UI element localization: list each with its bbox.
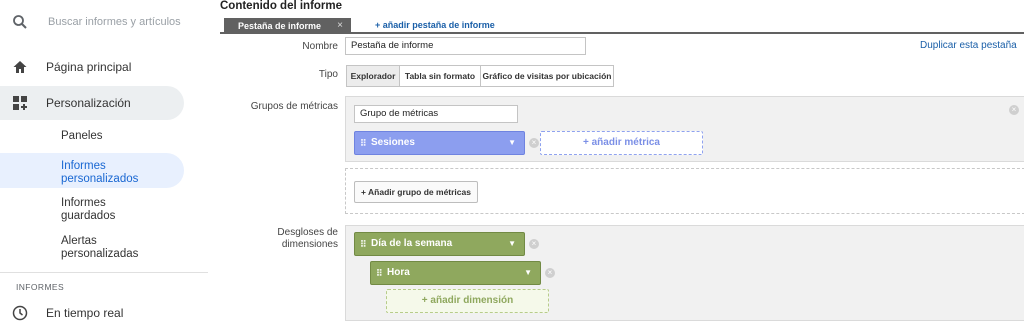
sidebar-subitem-dashboards[interactable]: Paneles	[0, 130, 184, 146]
close-icon[interactable]: ×	[337, 18, 343, 34]
sidebar-item-home[interactable]: Página principal	[0, 50, 208, 84]
dimension-pill-label: Hora	[387, 267, 410, 278]
type-explorer-button[interactable]: Explorador	[346, 65, 400, 87]
search-placeholder: Buscar informes y artículos	[48, 16, 181, 28]
sidebar-search[interactable]: Buscar informes y artículos	[0, 0, 208, 44]
dashboard-customize-icon	[12, 95, 28, 116]
sidebar-item-customization[interactable]: Personalización	[0, 86, 184, 120]
dimension-pill-hour[interactable]: ⠿ Hora ▼	[370, 261, 541, 285]
sidebar-subitem-saved-reports[interactable]: Informes guardados	[0, 197, 160, 225]
chevron-down-icon[interactable]: ▼	[508, 132, 516, 154]
sidebar-subitem-custom-reports[interactable]: Informes personalizados	[0, 153, 184, 188]
report-tab[interactable]: Pestaña de informe ×	[224, 18, 351, 34]
dimension-breakdowns-label-line1: Desgloses de	[277, 227, 338, 238]
metric-group-name-field[interactable]: Grupo de métricas	[354, 105, 518, 123]
metric-pill-sessions[interactable]: ⠿ Sesiones ▼	[354, 131, 525, 155]
sidebar-subitem-label: Alertas personalizadas	[61, 235, 139, 260]
dimension-breakdowns-label: Desgloses de dimensiones	[218, 227, 338, 251]
sidebar-subitem-label: Informes guardados	[61, 197, 116, 222]
sidebar-subitem-label: Informes personalizados	[61, 160, 139, 185]
drag-handle-icon[interactable]: ⠿	[376, 262, 383, 284]
type-label: Tipo	[318, 69, 338, 80]
metric-group-panel: Grupo de métricas ⠿ Sesiones ▼ × + añadi…	[345, 96, 1024, 162]
metric-pill-label: Sesiones	[371, 137, 415, 148]
dimension-pill-day-of-week[interactable]: ⠿ Día de la semana ▼	[354, 232, 525, 256]
remove-metric-group-icon[interactable]: ×	[1009, 105, 1019, 115]
add-dimension-slot[interactable]: + añadir dimensión	[386, 289, 549, 313]
sidebar-subitem-custom-alerts[interactable]: Alertas personalizadas	[0, 235, 160, 263]
clock-icon	[12, 305, 28, 326]
add-report-tab-link[interactable]: + añadir pestaña de informe	[375, 20, 495, 30]
remove-dimension-icon[interactable]: ×	[545, 268, 555, 278]
dimension-pill-label: Día de la semana	[371, 238, 453, 249]
remove-dimension-icon[interactable]: ×	[529, 239, 539, 249]
sidebar-section-label: INFORMES	[16, 282, 65, 292]
sidebar-item-label: Página principal	[46, 60, 132, 74]
tab-name-field[interactable]: Pestaña de informe	[345, 37, 586, 55]
dimension-breakdowns-label-line2: dimensiones	[281, 239, 338, 250]
name-label: Nombre	[302, 41, 338, 52]
drag-handle-icon[interactable]: ⠿	[360, 132, 367, 154]
report-tab-label: Pestaña de informe	[238, 21, 322, 31]
sidebar-divider	[0, 272, 208, 273]
report-editor: Contenido del informe Pestaña de informe…	[208, 0, 1024, 327]
type-map-overlay-button[interactable]: Gráfico de visitas por ubicación	[480, 65, 614, 87]
sidebar-item-label: Personalización	[46, 96, 131, 110]
page-title: Contenido del informe	[220, 0, 343, 12]
home-icon	[12, 59, 28, 80]
add-metric-group-area: + Añadir grupo de métricas	[345, 168, 1024, 214]
sidebar-item-label: En tiempo real	[46, 306, 124, 320]
add-metric-group-button[interactable]: + Añadir grupo de métricas	[354, 181, 478, 203]
remove-metric-icon[interactable]: ×	[529, 138, 539, 148]
chevron-down-icon[interactable]: ▼	[508, 233, 516, 255]
sidebar-item-realtime[interactable]: En tiempo real	[0, 296, 208, 327]
add-metric-slot[interactable]: + añadir métrica	[540, 131, 703, 155]
duplicate-tab-link[interactable]: Duplicar esta pestaña	[920, 40, 1017, 51]
chevron-down-icon[interactable]: ▼	[524, 262, 532, 284]
drag-handle-icon[interactable]: ⠿	[360, 233, 367, 255]
dimension-panel: ⠿ Día de la semana ▼ × ⠿ Hora ▼ × + añad…	[345, 225, 1024, 321]
sidebar: Buscar informes y artículos Página princ…	[0, 0, 208, 327]
report-tab-bar: Pestaña de informe × + añadir pestaña de…	[220, 18, 1024, 34]
search-icon	[12, 14, 28, 35]
type-flat-table-button[interactable]: Tabla sin formato	[399, 65, 481, 87]
metric-groups-label: Grupos de métricas	[250, 101, 338, 112]
